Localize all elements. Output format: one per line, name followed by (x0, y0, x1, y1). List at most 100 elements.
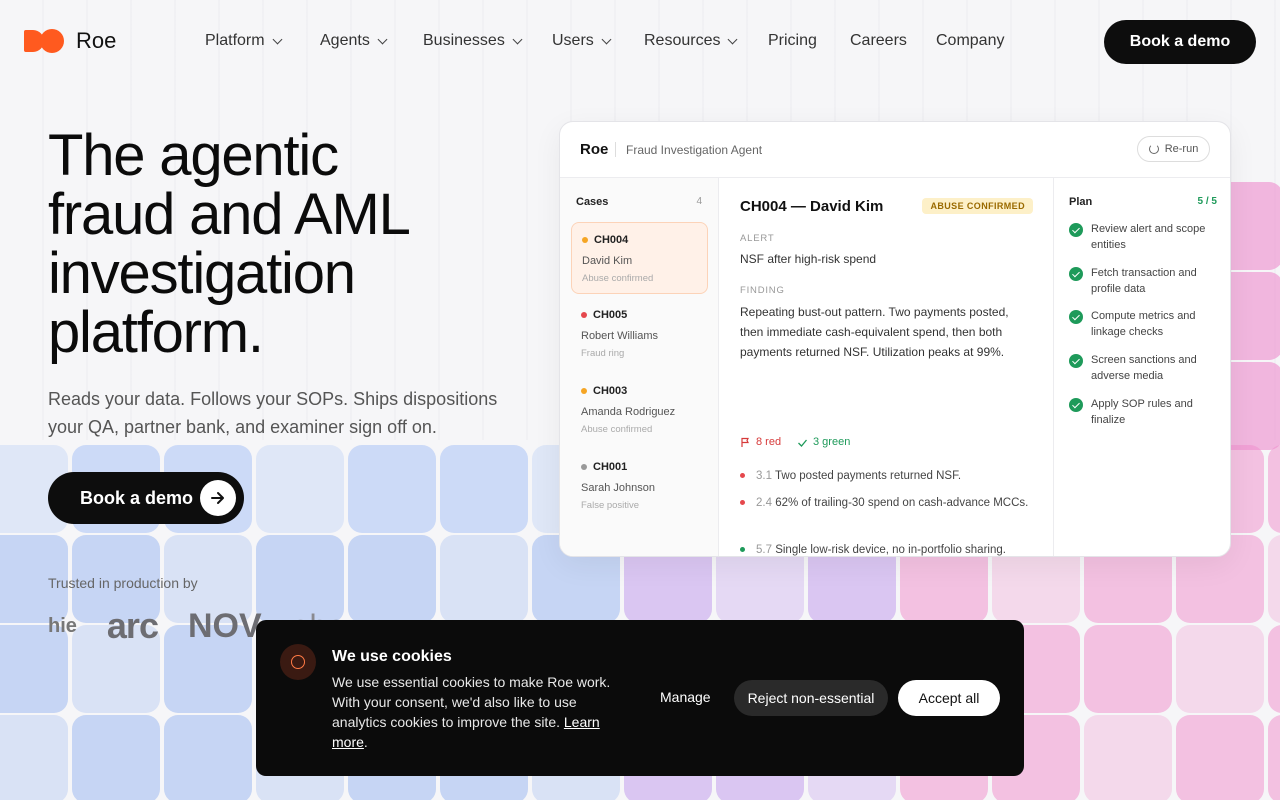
red-flags: 8 red (740, 436, 781, 448)
case-item-ch005[interactable]: CH005 Robert Williams Fraud ring (571, 298, 708, 370)
case-title: CH004 — David Kim (740, 198, 884, 215)
reject-cookies-button[interactable]: Reject non-essential (734, 680, 888, 716)
cases-heading: Cases (576, 196, 609, 208)
case-item-ch001[interactable]: CH001 Sarah Johnson False positive (571, 450, 708, 522)
cases-count: 4 (696, 196, 702, 207)
evidence-item: 3.1 Two posted payments returned NSF. (740, 467, 1030, 486)
flag-icon (741, 437, 749, 447)
plan-step: Compute metrics and linkage checks (1069, 309, 1219, 340)
customer-logo: NOV (187, 606, 262, 645)
nav-resources[interactable]: Resources (644, 32, 768, 50)
site-header: Roe Platform Agents Businesses Users Res… (0, 0, 1280, 84)
status-dot (740, 500, 745, 505)
background-tile (72, 715, 160, 800)
main-nav: Platform Agents Businesses Users Resourc… (205, 32, 1004, 50)
cases-list: Cases 4 CH004 David Kim Abuse confirmed … (560, 178, 719, 556)
status-dot (582, 237, 588, 243)
plan-progress: 5 / 5 (1197, 196, 1217, 207)
investigation-card: Roe Fraud Investigation Agent Re-run Cas… (559, 121, 1231, 557)
background-tile (440, 535, 528, 623)
accept-cookies-button[interactable]: Accept all (898, 680, 1000, 716)
case-id: CH004 (594, 234, 629, 246)
background-tile (1268, 625, 1280, 713)
chevron-down-icon (272, 34, 283, 44)
background-tile (1268, 445, 1280, 533)
cookie-icon (280, 644, 316, 680)
book-demo-label: Book a demo (80, 487, 194, 508)
background-tile (348, 535, 436, 623)
book-demo-button-hero[interactable]: Book a demo (48, 472, 244, 524)
nav-company[interactable]: Company (936, 32, 1004, 50)
rerun-button[interactable]: Re-run (1137, 136, 1210, 162)
case-name: Sarah Johnson (581, 482, 655, 494)
trusted-label: Trusted in production by (48, 575, 198, 591)
alert-text: NSF after high-risk spend (740, 252, 877, 266)
background-tile (0, 715, 68, 800)
status-dot (581, 312, 587, 318)
nav-platform[interactable]: Platform (205, 32, 320, 50)
background-tile (1176, 625, 1264, 713)
rerun-label: Re-run (1164, 143, 1199, 155)
plan-panel: Plan 5 / 5 Review alert and scope entiti… (1053, 178, 1230, 556)
red-count: 8 red (756, 436, 782, 448)
case-status: Abuse confirmed (582, 273, 654, 284)
customer-logo: arc (106, 605, 159, 646)
card-header: Roe Fraud Investigation Agent Re-run (560, 122, 1230, 178)
book-demo-button-header[interactable]: Book a demo (1104, 20, 1256, 64)
plan-heading: Plan (1069, 196, 1093, 208)
case-id: CH005 (593, 309, 628, 321)
nav-businesses[interactable]: Businesses (423, 32, 552, 50)
background-tile (348, 445, 436, 533)
check-circle-icon (1069, 267, 1083, 281)
nav-agents[interactable]: Agents (320, 32, 423, 50)
manage-cookies-button[interactable]: Manage (660, 689, 711, 705)
chevron-down-icon (377, 34, 388, 44)
logo[interactable]: Roe (24, 28, 116, 54)
check-circle-icon (1069, 354, 1083, 368)
check-circle-icon (1069, 223, 1083, 237)
background-tile (1176, 715, 1264, 800)
nav-users[interactable]: Users (552, 32, 644, 50)
cookie-body: We use essential cookies to make Roe wor… (332, 674, 611, 750)
finding-text: Repeating bust-out pattern. Two payments… (740, 305, 1009, 359)
background-tile (164, 715, 252, 800)
check-icon (798, 439, 807, 447)
status-dot (581, 464, 587, 470)
chevron-down-icon (601, 34, 612, 44)
background-tile (1268, 535, 1280, 623)
case-name: Amanda Rodriguez (581, 406, 676, 418)
chevron-down-icon (728, 34, 738, 44)
case-item-ch004[interactable]: CH004 David Kim Abuse confirmed (571, 222, 708, 294)
hero-subtitle: Reads your data. Follows your SOPs. Ship… (48, 389, 498, 437)
green-count: 3 green (813, 436, 851, 448)
evidence-item: 5.7 Single low-risk device, no in-portfo… (740, 541, 1030, 556)
plan-step: Review alert and scope entities (1069, 222, 1219, 253)
check-circle-icon (1069, 310, 1083, 324)
customer-logo: hie (48, 614, 77, 637)
check-circle-icon (1069, 398, 1083, 412)
background-tile (440, 445, 528, 533)
divider (615, 142, 616, 157)
plan-step: Apply SOP rules and finalize (1069, 397, 1219, 428)
alert-label: ALERT (740, 233, 775, 244)
status-badge: ABUSE CONFIRMED (922, 198, 1033, 214)
case-status: Abuse confirmed (581, 424, 653, 435)
green-flags: 3 green (797, 436, 850, 448)
case-id: CH003 (593, 385, 628, 397)
case-item-ch003[interactable]: CH003 Amanda Rodriguez Abuse confirmed (571, 374, 708, 446)
arrow-right-icon (200, 480, 236, 516)
nav-pricing[interactable]: Pricing (768, 32, 850, 50)
hero-title: The agentic fraud and AML investigation … (48, 123, 411, 365)
card-brand: Roe (580, 141, 609, 158)
plan-step: Screen sanctions and adverse media (1069, 353, 1219, 384)
nav-careers[interactable]: Careers (850, 32, 936, 50)
agent-name: Fraud Investigation Agent (626, 143, 763, 157)
status-dot (740, 547, 745, 552)
background-tile (256, 445, 344, 533)
case-name: David Kim (582, 255, 633, 267)
cookie-title: We use cookies (332, 648, 452, 665)
case-detail: CH004 — David Kim ABUSE CONFIRMED ALERT … (720, 178, 1053, 556)
refresh-icon (1148, 144, 1159, 154)
evidence-item: 2.4 62% of trailing-30 spend on cash-adv… (740, 494, 1030, 513)
background-tile (1268, 715, 1280, 800)
